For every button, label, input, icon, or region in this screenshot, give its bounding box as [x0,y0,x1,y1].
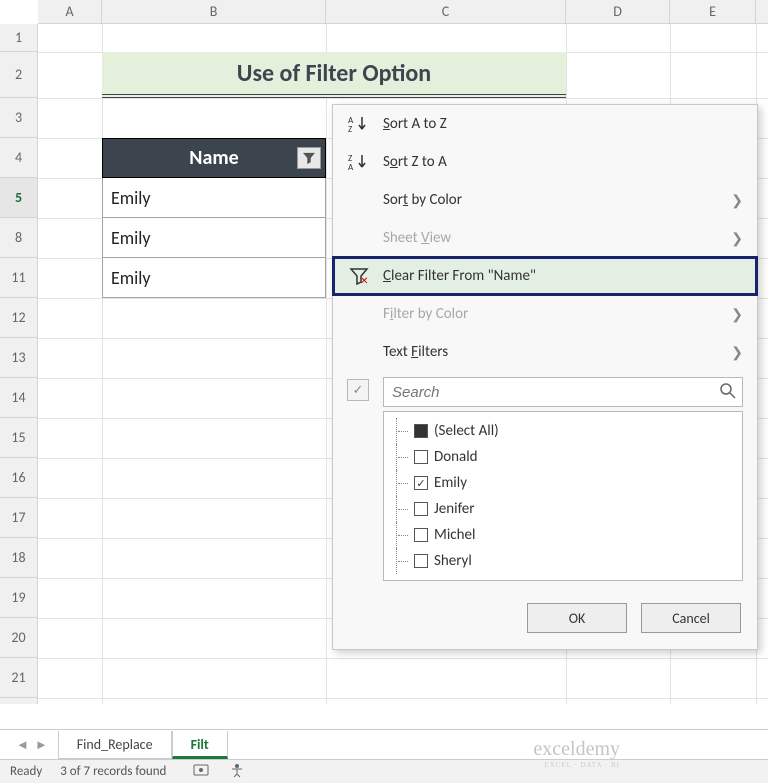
status-records: 3 of 7 records found [60,764,166,779]
sheet-view-item: Sheet View ❯ [333,219,757,257]
table-row[interactable]: Emily [102,258,326,298]
svg-text:A: A [348,162,354,172]
cancel-button[interactable]: Cancel [641,603,741,633]
filter-item-label: Michel [434,526,475,544]
row-head-18[interactable]: 18 [0,538,37,578]
ok-button[interactable]: OK [527,603,627,633]
checkbox-icon[interactable] [414,424,428,438]
filter-color-label: Filter by Color [383,305,468,323]
table-header-name[interactable]: Name [102,138,326,178]
row-head-1[interactable]: 1 [0,24,37,52]
sort-za-item[interactable]: ZA Sort Z to A [333,143,757,181]
col-head-C[interactable]: C [326,0,566,23]
text-filters-label: Text Filters [383,343,448,361]
chevron-right-icon: ❯ [731,306,743,323]
col-head-A[interactable]: A [38,0,102,23]
sort-za-label: Sort Z to A [383,153,447,171]
row-head-14[interactable]: 14 [0,378,37,418]
clear-filter-icon: ✕ [347,267,373,285]
clear-filter-item[interactable]: ✕ Clear Filter From "Name" [333,257,757,295]
table-row[interactable]: Emily [102,178,326,218]
svg-text:Z: Z [348,124,352,134]
tab-nav[interactable]: ◄ ► [6,737,58,753]
accessibility-icon[interactable] [228,762,246,782]
sheet-tab-find-replace[interactable]: Find_Replace [58,731,172,759]
checkbox-icon[interactable] [414,554,428,568]
sort-color-label: Sort by Color [383,191,462,209]
chevron-right-icon: ❯ [731,344,743,361]
row-head-19[interactable]: 19 [0,578,37,618]
row-head-15[interactable]: 15 [0,418,37,458]
filter-item-label: Donald [434,448,478,466]
sheet-view-label: Sheet View [383,229,451,247]
filter-item-donald[interactable]: Donald [396,444,734,470]
record-macro-icon[interactable] [192,762,210,782]
filter-dropdown-button[interactable] [297,147,321,169]
filter-item-michel[interactable]: Michel [396,522,734,548]
filter-item-label: Sheryl [434,552,472,570]
filter-item-label: (Select All) [434,422,499,440]
col-head-E[interactable]: E [670,0,756,23]
filter-menu: AZ Sort A to Z ZA Sort Z to A Sort by Co… [332,104,758,650]
status-state: Ready [10,764,42,779]
filter-item-label: Jenifer [434,500,474,518]
tab-next-icon[interactable]: ► [35,737,48,753]
checkbox-icon[interactable] [414,502,428,516]
row-head-17[interactable]: 17 [0,498,37,538]
filter-values-list[interactable]: (Select All) Donald Emily Jenifer Michel… [383,411,743,581]
text-filters-item[interactable]: Text Filters ❯ [333,333,757,371]
row-head-11[interactable]: 11 [0,258,37,298]
table-row[interactable]: Emily [102,218,326,258]
row-head-16[interactable]: 16 [0,458,37,498]
filter-item-sheryl[interactable]: Sheryl [396,548,734,574]
row-head-13[interactable]: 13 [0,338,37,378]
filter-item-label: Emily [434,474,467,492]
sort-za-icon: ZA [347,152,373,172]
page-title: Use of Filter Option [102,52,566,98]
tab-prev-icon[interactable]: ◄ [16,737,29,753]
checkbox-icon[interactable] [414,476,428,490]
filter-item-emily[interactable]: Emily [396,470,734,496]
col-head-D[interactable]: D [566,0,670,23]
table-header-label: Name [189,146,238,170]
svg-text:✕: ✕ [360,274,368,285]
filter-item-jenifer[interactable]: Jenifer [396,496,734,522]
sort-az-icon: AZ [347,114,373,134]
sort-az-label: Sort A to Z [383,115,447,133]
row-head-2[interactable]: 2 [0,52,37,98]
sort-az-item[interactable]: AZ Sort A to Z [333,105,757,143]
status-bar: Ready 3 of 7 records found [0,759,768,783]
column-headers: A B C D E [38,0,768,24]
row-head-20[interactable]: 20 [0,618,37,658]
row-head-3[interactable]: 3 [0,98,37,138]
row-headers: 1 2 3 4 5 8 11 12 13 14 15 16 17 18 19 2… [0,24,38,704]
chevron-right-icon: ❯ [731,230,743,247]
filter-item-selectall[interactable]: (Select All) [396,418,734,444]
checkbox-icon[interactable] [414,450,428,464]
row-head-5[interactable]: 5 [0,178,37,218]
row-head-4[interactable]: 4 [0,138,37,178]
clear-filter-label: Clear Filter From "Name" [383,267,536,285]
checkbox-icon[interactable] [414,528,428,542]
row-head-12[interactable]: 12 [0,298,37,338]
sort-color-item[interactable]: Sort by Color ❯ [333,181,757,219]
search-icon [719,382,737,404]
col-head-B[interactable]: B [102,0,326,23]
row-head-21[interactable]: 21 [0,658,37,698]
filter-color-item: Filter by Color ❯ [333,295,757,333]
chevron-right-icon: ❯ [731,192,743,209]
funnel-icon [302,152,316,164]
filter-search-input[interactable] [383,377,743,407]
select-visible-check[interactable]: ✓ [347,379,369,401]
watermark: exceldemy EXCEL · DATA · BI [533,738,620,769]
sheet-tab-active[interactable]: Filt [172,731,228,759]
row-head-8[interactable]: 8 [0,218,37,258]
sheet-tab-bar: ◄ ► Find_Replace Filt [0,729,768,759]
